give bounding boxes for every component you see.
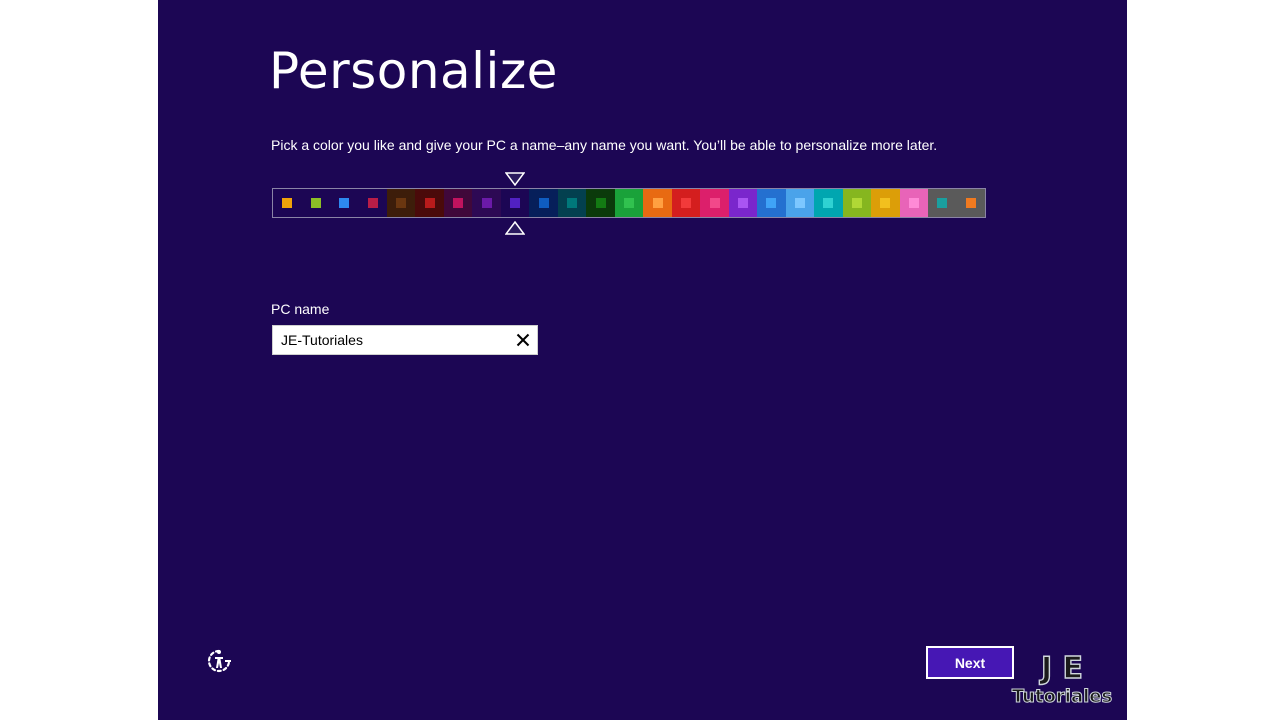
color-option-8[interactable] — [472, 189, 501, 217]
page-subtitle: Pick a color you like and give your PC a… — [271, 137, 938, 153]
color-swatch — [510, 198, 521, 208]
color-swatch — [823, 198, 834, 208]
color-swatch — [709, 198, 720, 208]
color-option-17[interactable] — [728, 189, 758, 217]
color-swatch — [595, 198, 606, 208]
color-option-23[interactable] — [899, 189, 929, 217]
svg-text:Tutoriales: Tutoriales — [1012, 686, 1112, 707]
color-swatch — [339, 198, 350, 208]
color-swatch — [624, 198, 635, 208]
svg-text:J E: J E — [1039, 651, 1083, 686]
color-picker-strip — [272, 188, 986, 218]
color-option-5[interactable] — [386, 189, 416, 217]
color-swatch — [681, 198, 692, 208]
color-swatch — [396, 198, 407, 208]
color-swatch — [851, 198, 862, 208]
color-option-21[interactable] — [842, 189, 872, 217]
clear-button[interactable] — [509, 326, 537, 354]
color-swatch — [908, 198, 919, 208]
selection-marker-bottom-icon — [505, 221, 525, 235]
color-option-22[interactable] — [871, 189, 900, 217]
color-option-14[interactable] — [643, 189, 672, 217]
color-option-18[interactable] — [757, 189, 786, 217]
color-swatch — [367, 198, 378, 208]
color-swatch — [538, 198, 549, 208]
color-swatch — [794, 198, 805, 208]
color-option-12[interactable] — [586, 189, 615, 217]
color-swatch — [567, 198, 578, 208]
color-swatch — [737, 198, 748, 208]
color-option-9[interactable] — [500, 189, 530, 217]
color-option-1[interactable] — [273, 189, 302, 217]
color-swatch — [652, 198, 663, 208]
color-option-24[interactable] — [928, 189, 957, 217]
color-swatch — [481, 198, 492, 208]
color-option-25[interactable] — [956, 189, 986, 217]
color-swatch — [282, 198, 293, 208]
color-option-6[interactable] — [415, 189, 444, 217]
selection-marker-top-icon — [505, 172, 525, 186]
color-swatch — [965, 198, 976, 208]
color-swatch — [453, 198, 464, 208]
color-option-20[interactable] — [814, 189, 843, 217]
color-swatch — [310, 198, 321, 208]
color-swatch — [880, 198, 891, 208]
color-option-3[interactable] — [329, 189, 359, 217]
ease-of-access-icon[interactable] — [206, 648, 232, 674]
color-option-16[interactable] — [700, 189, 729, 217]
color-swatch — [424, 198, 435, 208]
pc-name-label: PC name — [271, 301, 330, 317]
pc-name-field — [272, 325, 538, 355]
page-title: Personalize — [269, 42, 558, 100]
color-option-11[interactable] — [557, 189, 587, 217]
color-option-13[interactable] — [614, 189, 644, 217]
color-option-19[interactable] — [785, 189, 815, 217]
setup-screen: Personalize Pick a color you like and gi… — [158, 0, 1127, 720]
color-option-7[interactable] — [443, 189, 473, 217]
close-icon — [516, 333, 530, 347]
color-swatch — [937, 198, 948, 208]
color-option-10[interactable] — [529, 189, 558, 217]
next-button[interactable]: Next — [926, 646, 1014, 679]
pc-name-input[interactable] — [273, 327, 509, 353]
color-option-4[interactable] — [358, 189, 387, 217]
color-swatch — [766, 198, 777, 208]
color-option-2[interactable] — [301, 189, 330, 217]
color-option-15[interactable] — [671, 189, 701, 217]
je-tutoriales-logo: J E Tutoriales — [1011, 650, 1112, 707]
